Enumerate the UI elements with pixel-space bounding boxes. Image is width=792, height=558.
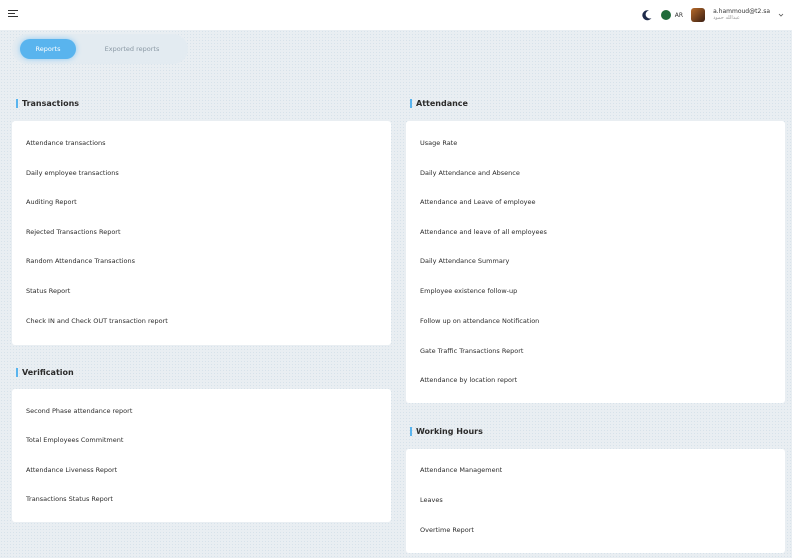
list-item[interactable]: Status Report bbox=[26, 287, 70, 295]
list-item[interactable]: Usage Rate bbox=[420, 139, 457, 147]
verification-header: Verification bbox=[12, 360, 74, 384]
list-item[interactable]: Follow up on attendance Notification bbox=[420, 317, 539, 325]
list-item[interactable]: Second Phase attendance report bbox=[26, 407, 132, 415]
transactions-card: Attendance transactions Daily employee t… bbox=[12, 121, 391, 345]
transactions-header: Transactions bbox=[12, 91, 79, 115]
list-item[interactable]: Rejected Transactions Report bbox=[26, 228, 121, 236]
list-item[interactable]: Daily employee transactions bbox=[26, 169, 119, 177]
tab-reports[interactable]: Reports bbox=[20, 39, 76, 59]
accent-bar bbox=[16, 98, 18, 108]
topbar-actions: AR a.hammoud@t2.sa عبدالله حمود bbox=[641, 5, 784, 25]
accent-bar bbox=[16, 367, 18, 377]
accent-bar bbox=[410, 426, 412, 436]
chevron-down-icon[interactable] bbox=[778, 12, 784, 18]
language-label: AR bbox=[674, 11, 684, 19]
list-item[interactable]: Auditing Report bbox=[26, 198, 77, 206]
tab-exported-reports[interactable]: Exported reports bbox=[96, 39, 168, 59]
saudi-flag-icon bbox=[660, 10, 671, 20]
list-item[interactable]: Gate Traffic Transactions Report bbox=[420, 347, 523, 355]
hamburger-menu-icon[interactable] bbox=[8, 10, 18, 19]
working-hours-title: Working Hours bbox=[416, 426, 483, 436]
verification-card: Second Phase attendance report Total Emp… bbox=[12, 389, 391, 522]
list-item[interactable]: Attendance and leave of all employees bbox=[420, 228, 547, 236]
list-item[interactable]: Check IN and Check OUT transaction repor… bbox=[26, 317, 168, 325]
moon-icon[interactable] bbox=[641, 9, 653, 21]
report-tabs: Reports Exported reports bbox=[12, 34, 188, 64]
list-item[interactable]: Attendance Liveness Report bbox=[26, 466, 117, 474]
list-item[interactable]: Attendance by location report bbox=[420, 376, 517, 384]
user-info[interactable]: a.hammoud@t2.sa عبدالله حمود bbox=[713, 8, 770, 22]
user-subtitle: عبدالله حمود bbox=[713, 15, 740, 21]
list-item[interactable]: Daily Attendance Summary bbox=[420, 257, 509, 265]
list-item[interactable]: Leaves bbox=[420, 496, 443, 504]
list-item[interactable]: Daily Attendance and Absence bbox=[420, 169, 520, 177]
list-item[interactable]: Random Attendance Transactions bbox=[26, 257, 135, 265]
language-switch[interactable]: AR bbox=[660, 10, 684, 20]
avatar[interactable] bbox=[691, 8, 706, 22]
list-item[interactable]: Transactions Status Report bbox=[26, 495, 113, 503]
list-item[interactable]: Attendance Management bbox=[420, 466, 502, 474]
attendance-title: Attendance bbox=[416, 98, 468, 108]
list-item[interactable]: Attendance and Leave of employee bbox=[420, 198, 536, 206]
attendance-header: Attendance bbox=[406, 91, 468, 115]
list-item[interactable]: Total Employees Commitment bbox=[26, 436, 123, 444]
verification-title: Verification bbox=[22, 367, 74, 377]
accent-bar bbox=[410, 98, 412, 108]
transactions-title: Transactions bbox=[22, 98, 80, 108]
user-email: a.hammoud@t2.sa bbox=[713, 8, 770, 15]
list-item[interactable]: Employee existence follow-up bbox=[420, 287, 517, 295]
working-hours-header: Working Hours bbox=[406, 419, 483, 443]
working-hours-card: Attendance Management Leaves Overtime Re… bbox=[406, 449, 785, 553]
top-bar: AR a.hammoud@t2.sa عبدالله حمود bbox=[0, 0, 792, 30]
attendance-card: Usage Rate Daily Attendance and Absence … bbox=[406, 121, 785, 403]
list-item[interactable]: Attendance transactions bbox=[26, 139, 106, 147]
list-item[interactable]: Overtime Report bbox=[420, 526, 474, 534]
